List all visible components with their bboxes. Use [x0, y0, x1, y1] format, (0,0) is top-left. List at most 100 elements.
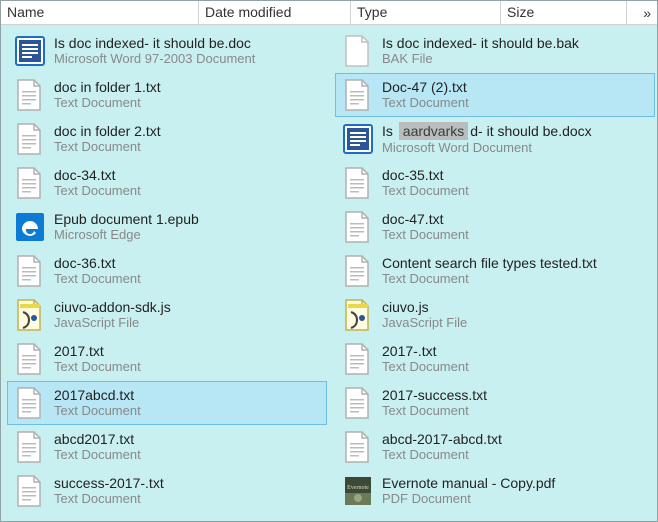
file-name: Doc-47 (2).txt	[382, 79, 650, 95]
column-header-name[interactable]: Name	[1, 1, 199, 24]
file-name: doc-34.txt	[54, 167, 322, 183]
file-name: abcd-2017-abcd.txt	[382, 431, 650, 447]
edge-icon	[12, 209, 48, 245]
file-text: Content search file types tested.txtText…	[382, 255, 650, 287]
txt-icon	[340, 253, 376, 289]
file-text: doc-36.txtText Document	[54, 255, 322, 287]
column-header-date[interactable]: Date modified	[199, 1, 351, 24]
file-name: 2017abcd.txt	[54, 387, 322, 403]
txt-icon	[12, 121, 48, 157]
file-name: doc-35.txt	[382, 167, 650, 183]
file-item[interactable]: Epub document 1.epubMicrosoft Edge	[7, 205, 327, 249]
file-type: Text Document	[382, 403, 650, 419]
file-item[interactable]: abcd2017.txtText Document	[7, 425, 327, 469]
file-type: Text Document	[382, 183, 650, 199]
file-name: ciuvo.js	[382, 299, 650, 315]
file-item[interactable]: doc-47.txtText Document	[335, 205, 655, 249]
file-name: abcd2017.txt	[54, 431, 322, 447]
file-item[interactable]: doc in folder 2.txtText Document	[7, 117, 327, 161]
svg-text:Evernote: Evernote	[347, 485, 369, 491]
js-icon	[340, 297, 376, 333]
txt-icon	[340, 429, 376, 465]
file-name: Is doc indexed- it should be.doc	[54, 35, 322, 51]
file-type: Text Document	[54, 491, 322, 507]
file-text: abcd2017.txtText Document	[54, 431, 322, 463]
file-text: Doc-47 (2).txtText Document	[382, 79, 650, 111]
docx-icon	[340, 121, 376, 157]
file-text: doc in folder 2.txtText Document	[54, 123, 322, 155]
file-item[interactable]: 2017abcd.txtText Document	[7, 381, 327, 425]
file-text: 2017abcd.txtText Document	[54, 387, 322, 419]
file-item[interactable]: success-2017-.txtText Document	[7, 469, 327, 513]
txt-icon	[12, 473, 48, 509]
file-item[interactable]: 2017-.txtText Document	[335, 337, 655, 381]
file-text: Is aardvarksd- it should be.docxMicrosof…	[382, 122, 650, 156]
doc-word-icon	[12, 33, 48, 69]
file-text: doc-47.txtText Document	[382, 211, 650, 243]
file-item[interactable]: Content search file types tested.txtText…	[335, 249, 655, 293]
txt-icon	[340, 341, 376, 377]
txt-icon	[12, 429, 48, 465]
column-header-more[interactable]: »	[627, 1, 657, 24]
file-text: ciuvo.jsJavaScript File	[382, 299, 650, 331]
file-type: Text Document	[54, 95, 322, 111]
txt-icon	[340, 209, 376, 245]
file-item[interactable]: doc-35.txtText Document	[335, 161, 655, 205]
file-name: success-2017-.txt	[54, 475, 322, 491]
file-name: doc in folder 1.txt	[54, 79, 322, 95]
file-text: abcd-2017-abcd.txtText Document	[382, 431, 650, 463]
txt-icon	[340, 77, 376, 113]
file-type: Text Document	[54, 183, 322, 199]
file-text: doc-34.txtText Document	[54, 167, 322, 199]
column-header-type[interactable]: Type	[351, 1, 501, 24]
file-type: Text Document	[382, 447, 650, 463]
file-type: Text Document	[382, 95, 650, 111]
txt-icon	[12, 253, 48, 289]
file-name: Content search file types tested.txt	[382, 255, 650, 271]
file-item[interactable]: Is aardvarksd- it should be.docxMicrosof…	[335, 117, 655, 161]
file-item[interactable]: 2017-success.txtText Document	[335, 381, 655, 425]
file-item[interactable]: ciuvo.jsJavaScript File	[335, 293, 655, 337]
file-item[interactable]: Is doc indexed- it should be.docMicrosof…	[7, 29, 327, 73]
file-item[interactable]: ciuvo-addon-sdk.jsJavaScript File	[7, 293, 327, 337]
file-type: JavaScript File	[382, 315, 650, 331]
file-text: 2017.txtText Document	[54, 343, 322, 375]
file-text: ciuvo-addon-sdk.jsJavaScript File	[54, 299, 322, 331]
file-name: doc-36.txt	[54, 255, 322, 271]
file-item[interactable]: Doc-47 (2).txtText Document	[335, 73, 655, 117]
file-item[interactable]: doc-34.txtText Document	[7, 161, 327, 205]
file-name-post: d- it should be.docx	[470, 123, 591, 139]
file-item[interactable]: doc-36.txtText Document	[7, 249, 327, 293]
file-list-right: Is doc indexed- it should be.bakBAK File…	[329, 25, 657, 521]
file-name: Evernote manual - Copy.pdf	[382, 475, 650, 491]
file-item[interactable]: Evernote Evernote manual - Copy.pdfPDF D…	[335, 469, 655, 513]
file-type: Text Document	[54, 271, 322, 287]
file-item[interactable]: 2017.txtText Document	[7, 337, 327, 381]
file-text: doc-35.txtText Document	[382, 167, 650, 199]
js-icon	[12, 297, 48, 333]
file-name: Epub document 1.epub	[54, 211, 322, 227]
file-type: Text Document	[382, 359, 650, 375]
file-name: ciuvo-addon-sdk.js	[54, 299, 322, 315]
file-type: Text Document	[382, 227, 650, 243]
file-type: JavaScript File	[54, 315, 322, 331]
file-text: doc in folder 1.txtText Document	[54, 79, 322, 111]
file-item[interactable]: abcd-2017-abcd.txtText Document	[335, 425, 655, 469]
column-header-size[interactable]: Size	[501, 1, 627, 24]
txt-icon	[12, 341, 48, 377]
txt-icon	[340, 385, 376, 421]
rename-input[interactable]: aardvarks	[399, 122, 468, 140]
txt-icon	[12, 385, 48, 421]
file-item[interactable]: Is doc indexed- it should be.bakBAK File	[335, 29, 655, 73]
file-text: 2017-success.txtText Document	[382, 387, 650, 419]
column-header-row: Name Date modified Type Size »	[1, 1, 657, 25]
txt-icon	[12, 77, 48, 113]
file-name: 2017-.txt	[382, 343, 650, 359]
txt-icon	[340, 165, 376, 201]
file-type: Text Document	[54, 447, 322, 463]
pdf-evernote-icon: Evernote	[340, 473, 376, 509]
file-item[interactable]: doc in folder 1.txtText Document	[7, 73, 327, 117]
file-list-pane: Is doc indexed- it should be.doc Microsof…	[1, 25, 657, 521]
file-name: 2017-success.txt	[382, 387, 650, 403]
file-type: Microsoft Edge	[54, 227, 322, 243]
